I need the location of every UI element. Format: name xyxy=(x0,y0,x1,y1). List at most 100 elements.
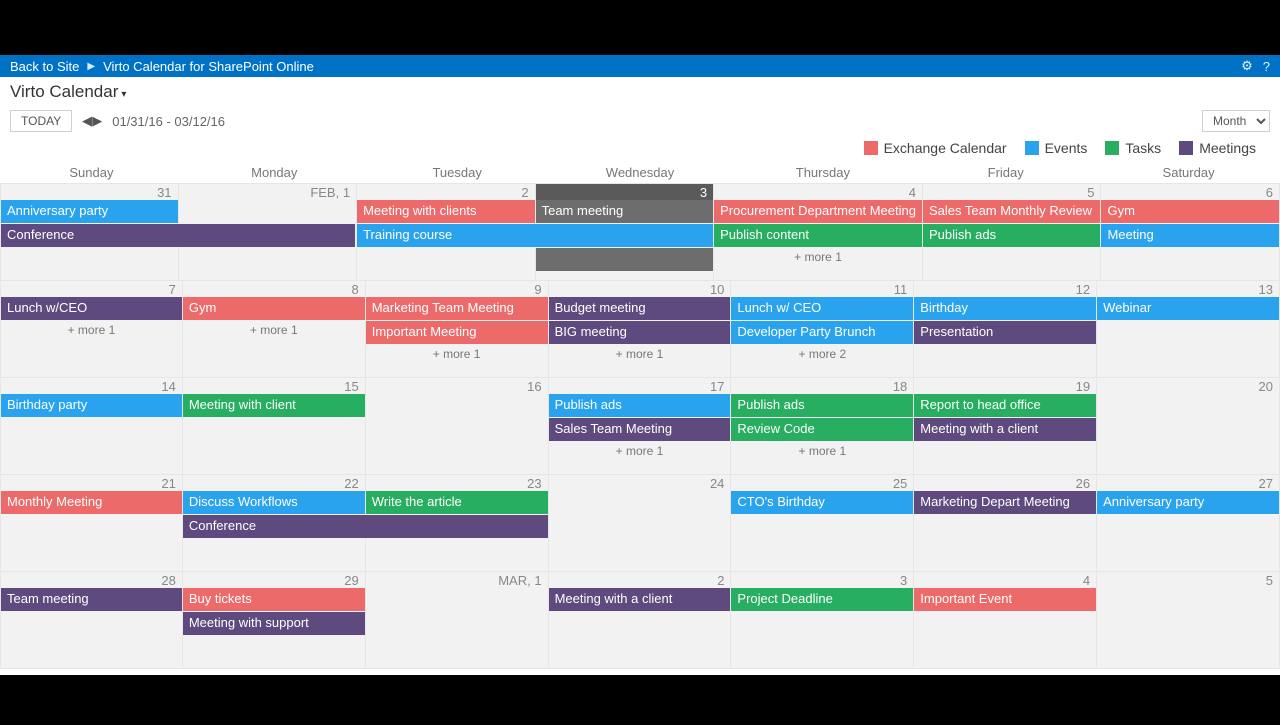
more-link[interactable]: + more 1 xyxy=(366,345,548,363)
day-cell[interactable]: 5Sales Team Monthly ReviewPublish ads xyxy=(923,184,1102,281)
day-cell[interactable]: 20 xyxy=(1097,378,1280,475)
event[interactable]: Project Deadline xyxy=(731,588,913,611)
legend-item[interactable]: Events xyxy=(1025,140,1088,156)
day-cell[interactable]: 24 xyxy=(549,475,732,572)
day-cell[interactable]: 27Anniversary party xyxy=(1097,475,1280,572)
event[interactable]: Publish ads xyxy=(731,394,913,417)
event[interactable]: Sales Team Meeting xyxy=(549,418,731,441)
prev-button[interactable]: ▶ xyxy=(82,113,92,129)
day-cell[interactable]: MAR, 1 xyxy=(366,572,549,669)
day-number: 6 xyxy=(1101,184,1279,200)
day-cell[interactable]: 8Gym+ more 1 xyxy=(183,281,366,378)
day-cell[interactable]: 16 xyxy=(366,378,549,475)
event[interactable]: Developer Party Brunch xyxy=(731,321,913,344)
more-link[interactable]: + more 2 xyxy=(731,345,913,363)
day-cell[interactable]: 29Buy ticketsMeeting with support xyxy=(183,572,366,669)
next-button[interactable]: ▶ xyxy=(92,113,102,129)
legend-item[interactable]: Exchange Calendar xyxy=(864,140,1007,156)
day-cell[interactable]: 18Publish adsReview Code+ more 1 xyxy=(731,378,914,475)
day-cell[interactable]: 2Meeting with a client xyxy=(549,572,732,669)
day-number: FEB, 1 xyxy=(179,184,357,200)
page-title[interactable]: Virto Calendar▾ xyxy=(10,82,126,101)
day-cell[interactable]: 21Monthly Meeting xyxy=(0,475,183,572)
event[interactable]: Conference xyxy=(183,515,548,538)
day-cell[interactable]: 15Meeting with client xyxy=(183,378,366,475)
event[interactable]: Buy tickets xyxy=(183,588,365,611)
day-cell[interactable]: 25CTO's Birthday xyxy=(731,475,914,572)
day-cell[interactable]: 19Report to head officeMeeting with a cl… xyxy=(914,378,1097,475)
event[interactable]: Meeting xyxy=(1101,224,1279,247)
event[interactable]: Write the article xyxy=(366,491,548,514)
event[interactable]: Meeting with a client xyxy=(914,418,1096,441)
more-link[interactable]: + more 1 xyxy=(549,442,731,460)
today-button[interactable]: TODAY xyxy=(10,110,72,132)
more-link[interactable]: + more 1 xyxy=(183,321,365,339)
legend-item[interactable]: Meetings xyxy=(1179,140,1256,156)
day-cell[interactable]: 6GymMeeting xyxy=(1101,184,1280,281)
day-cell[interactable]: 4Important Event xyxy=(914,572,1097,669)
view-select[interactable]: Month xyxy=(1202,110,1270,132)
more-link[interactable]: + more 1 xyxy=(714,248,922,266)
event[interactable]: Monthly Meeting xyxy=(1,491,182,514)
day-cell[interactable]: 26Marketing Depart Meeting xyxy=(914,475,1097,572)
event[interactable]: Lunch w/ CEO xyxy=(731,297,913,320)
event[interactable]: Team meeting xyxy=(536,200,714,223)
gear-icon[interactable]: ⚙ xyxy=(1241,58,1253,74)
event[interactable]: Important Event xyxy=(914,588,1096,611)
day-cell[interactable]: 17Publish adsSales Team Meeting+ more 1 xyxy=(549,378,732,475)
event[interactable]: Team meeting xyxy=(1,588,182,611)
event[interactable]: CTO's Birthday xyxy=(731,491,913,514)
event[interactable]: Lunch w/CEO xyxy=(1,297,182,320)
event[interactable]: Meeting with client xyxy=(183,394,365,417)
event[interactable]: Conference xyxy=(1,224,355,247)
day-cell[interactable]: 9Marketing Team MeetingImportant Meeting… xyxy=(366,281,549,378)
chevron-down-icon: ▾ xyxy=(121,89,126,100)
event[interactable]: Procurement Department Meeting xyxy=(714,200,922,223)
event[interactable]: Sales Team Monthly Review xyxy=(923,200,1101,223)
event[interactable]: Publish ads xyxy=(549,394,731,417)
more-link[interactable]: + more 1 xyxy=(731,442,913,460)
day-cell[interactable]: 2Meeting with clientsTraining course xyxy=(357,184,536,281)
day-cell[interactable]: 5 xyxy=(1097,572,1280,669)
day-cell[interactable]: 13Webinar xyxy=(1097,281,1280,378)
day-cell[interactable]: 11Lunch w/ CEODeveloper Party Brunch+ mo… xyxy=(731,281,914,378)
day-cell[interactable]: 22Discuss WorkflowsConference xyxy=(183,475,366,572)
event[interactable]: Meeting with a client xyxy=(549,588,731,611)
event[interactable]: Discuss Workflows xyxy=(183,491,365,514)
help-icon[interactable]: ? xyxy=(1263,59,1270,74)
event[interactable]: Meeting with clients xyxy=(357,200,535,223)
event[interactable]: Review Code xyxy=(731,418,913,441)
event[interactable]: Budget meeting xyxy=(549,297,731,320)
event[interactable]: Publish ads xyxy=(923,224,1101,247)
day-cell[interactable]: 31Anniversary partyConference xyxy=(0,184,179,281)
event[interactable]: Marketing Depart Meeting xyxy=(914,491,1096,514)
more-link[interactable]: + more 1 xyxy=(549,345,731,363)
event[interactable]: Webinar xyxy=(1097,297,1279,320)
more-link[interactable]: + more 1 xyxy=(1,321,182,339)
event[interactable]: Marketing Team Meeting xyxy=(366,297,548,320)
event[interactable] xyxy=(536,248,714,271)
event[interactable]: Anniversary party xyxy=(1097,491,1279,514)
day-cell[interactable]: 7Lunch w/CEO+ more 1 xyxy=(0,281,183,378)
event[interactable]: Presentation xyxy=(914,321,1096,344)
event[interactable]: Report to head office xyxy=(914,394,1096,417)
day-cell[interactable]: 28Team meeting xyxy=(0,572,183,669)
day-cell[interactable]: 10Budget meetingBIG meeting+ more 1 xyxy=(549,281,732,378)
event[interactable]: Anniversary party xyxy=(1,200,178,223)
event[interactable]: Meeting with support xyxy=(183,612,365,635)
day-cell[interactable]: 4Procurement Department MeetingPublish c… xyxy=(714,184,923,281)
day-number: 3 xyxy=(731,572,913,588)
day-cell[interactable]: 12BirthdayPresentation xyxy=(914,281,1097,378)
event[interactable]: Important Meeting xyxy=(366,321,548,344)
event[interactable]: BIG meeting xyxy=(549,321,731,344)
back-to-site-link[interactable]: Back to Site xyxy=(10,59,79,74)
day-cell[interactable]: 14Birthday party xyxy=(0,378,183,475)
legend-item[interactable]: Tasks xyxy=(1105,140,1161,156)
day-cell[interactable]: 3Project Deadline xyxy=(731,572,914,669)
event[interactable]: Publish content xyxy=(714,224,922,247)
event[interactable]: Training course xyxy=(357,224,713,247)
event[interactable]: Gym xyxy=(1101,200,1279,223)
event[interactable]: Birthday xyxy=(914,297,1096,320)
event[interactable]: Gym xyxy=(183,297,365,320)
event[interactable]: Birthday party xyxy=(1,394,182,417)
